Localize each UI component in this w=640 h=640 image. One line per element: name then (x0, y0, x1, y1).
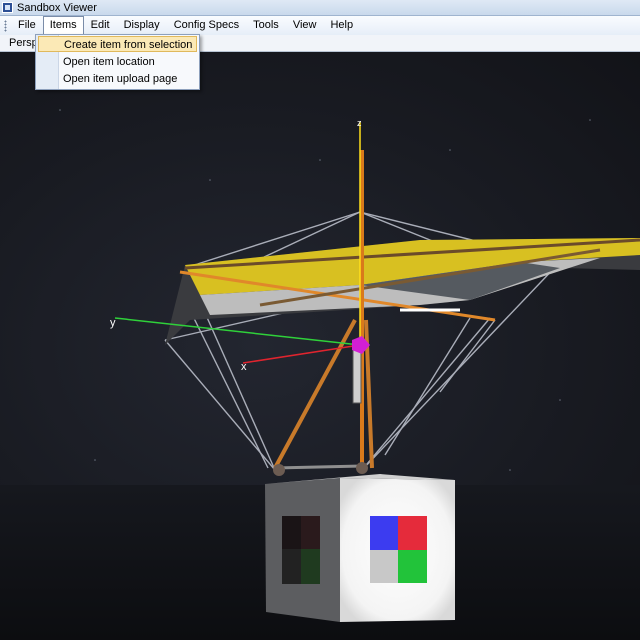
menu-grip-icon[interactable] (4, 19, 7, 32)
app-icon (2, 2, 13, 13)
scene-render (0, 109, 640, 640)
view-mode-button[interactable]: Persp (9, 37, 38, 49)
menu-items[interactable]: Items (42, 16, 84, 35)
menu-item-label: Create item from selection (64, 39, 193, 51)
transform-gizmo[interactable] (114, 122, 370, 364)
menu-tools[interactable]: Tools (246, 16, 286, 35)
menu-config-specs[interactable]: Config Specs (167, 16, 246, 35)
window-title: Sandbox Viewer (17, 1, 97, 14)
items-dropdown-menu: Create item from selection Open item loc… (35, 34, 200, 90)
menu-view[interactable]: View (286, 16, 324, 35)
3d-viewport[interactable]: y x z (0, 52, 640, 640)
menu-help[interactable]: Help (323, 16, 360, 35)
menu-display[interactable]: Display (117, 16, 167, 35)
menu-edit[interactable]: Edit (84, 16, 117, 35)
menu-item-label: Open item upload page (63, 73, 178, 85)
hang-glider-wing[interactable] (165, 238, 640, 345)
x-axis-label: x (241, 361, 247, 373)
menu-item-label: Open item location (63, 56, 155, 68)
y-axis-label: y (110, 317, 116, 329)
menu-item-open-location[interactable]: Open item location (38, 54, 197, 70)
z-axis-label: z (357, 118, 362, 128)
y-axis-line[interactable] (114, 317, 361, 346)
menu-item-open-upload-page[interactable]: Open item upload page (38, 71, 197, 87)
menu-file[interactable]: File (11, 16, 43, 35)
title-bar: Sandbox Viewer (0, 0, 640, 16)
menu-bar: File Items Edit Display Config Specs Too… (0, 16, 640, 35)
menu-item-create-from-selection[interactable]: Create item from selection (38, 36, 197, 52)
x-axis-line[interactable] (242, 344, 361, 364)
spawn-cube[interactable] (265, 474, 455, 622)
